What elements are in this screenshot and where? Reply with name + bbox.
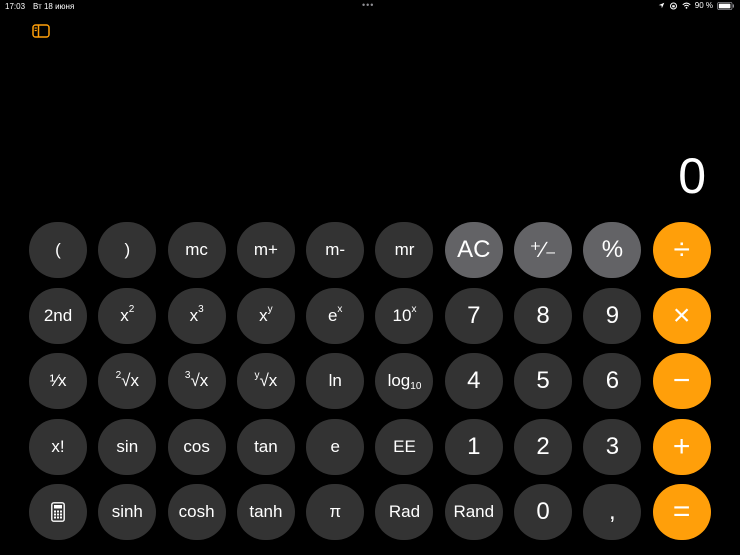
- square-root-button[interactable]: 2 √x: [98, 353, 157, 409]
- cos-button[interactable]: cos: [167, 418, 226, 475]
- square-base: x: [120, 305, 129, 325]
- plus-minus-button[interactable]: ⁺∕₋: [514, 222, 573, 278]
- memory-add-button[interactable]: m+: [236, 222, 295, 278]
- sin-button[interactable]: sin: [98, 418, 157, 475]
- digit-2-button[interactable]: 2: [514, 418, 573, 475]
- y-root-radical: √x: [259, 371, 278, 390]
- tanh-button[interactable]: tanh: [236, 484, 295, 540]
- digit-0-button[interactable]: 0: [514, 484, 573, 540]
- sidebar-icon: [32, 24, 50, 38]
- digit-1-button[interactable]: 1: [444, 418, 503, 475]
- exp-exponent: x: [337, 304, 343, 315]
- rotation-lock-icon: [669, 2, 678, 10]
- cube-root-radical: √x: [190, 371, 209, 390]
- sidebar-toggle-button[interactable]: [32, 24, 50, 38]
- digit-3-button[interactable]: 3: [583, 418, 642, 475]
- equals-button[interactable]: =: [652, 484, 711, 540]
- all-clear-button[interactable]: AC: [444, 222, 503, 278]
- multiply-button[interactable]: ×: [652, 287, 711, 344]
- tan-button[interactable]: tan: [236, 418, 295, 475]
- status-time: 17:03: [5, 2, 26, 11]
- memory-clear-button[interactable]: mc: [167, 222, 226, 278]
- reciprocal-button[interactable]: ¹⁄x: [29, 353, 87, 409]
- sinh-button[interactable]: sinh: [98, 484, 157, 540]
- location-icon: [658, 2, 665, 9]
- open-paren-button[interactable]: (: [29, 222, 87, 278]
- square-button[interactable]: x2: [98, 287, 157, 344]
- ten-power-base: 10: [392, 305, 412, 325]
- calculator-mode-button[interactable]: [29, 484, 87, 540]
- memory-subtract-button[interactable]: m-: [306, 222, 365, 278]
- cosh-button[interactable]: cosh: [167, 484, 226, 540]
- cube-root-button[interactable]: 3 √x: [167, 353, 226, 409]
- battery-icon: [717, 1, 735, 10]
- status-date: Вт 18 июня: [33, 2, 75, 11]
- power-base: x: [259, 305, 268, 325]
- pi-button[interactable]: π: [306, 484, 365, 540]
- divide-button[interactable]: ÷: [652, 222, 711, 278]
- cube-exponent: 3: [198, 304, 204, 315]
- ee-button[interactable]: EE: [375, 418, 434, 475]
- power-exponent: y: [267, 304, 273, 315]
- wifi-icon: [682, 2, 691, 9]
- second-function-button[interactable]: 2nd: [29, 287, 87, 344]
- keypad: ( ) mc m+ m- mr AC ⁺∕₋ % ÷ 2nd x2 x3 xy …: [29, 222, 712, 540]
- decimal-button[interactable]: ,: [583, 484, 642, 540]
- log10-subscript: 10: [410, 380, 422, 392]
- status-bar: 17:03 Вт 18 июня ••• 90 %: [0, 0, 740, 14]
- digit-8-button[interactable]: 8: [514, 287, 573, 344]
- square-root-radical: √x: [121, 371, 139, 390]
- power-button[interactable]: xy: [236, 287, 295, 344]
- calculator-icon: [51, 502, 65, 522]
- natural-log-button[interactable]: ln: [306, 353, 365, 409]
- digit-4-button[interactable]: 4: [444, 353, 503, 409]
- cube-base: x: [189, 305, 199, 325]
- digit-7-button[interactable]: 7: [444, 287, 503, 344]
- cube-button[interactable]: x3: [167, 287, 226, 344]
- plus-button[interactable]: +: [652, 418, 711, 475]
- multitasking-dots[interactable]: •••: [362, 0, 374, 10]
- euler-button[interactable]: e: [306, 418, 365, 475]
- digit-5-button[interactable]: 5: [514, 353, 573, 409]
- percent-button[interactable]: %: [583, 222, 642, 278]
- factorial-button[interactable]: x!: [29, 418, 87, 475]
- y-root-index: y: [254, 369, 260, 381]
- ten-power-exponent: x: [411, 304, 417, 315]
- digit-6-button[interactable]: 6: [583, 353, 642, 409]
- cube-root-index: 3: [184, 369, 191, 381]
- result-display: 0: [678, 148, 706, 204]
- close-paren-button[interactable]: ): [98, 222, 157, 278]
- rad-button[interactable]: Rad: [375, 484, 434, 540]
- rand-button[interactable]: Rand: [444, 484, 503, 540]
- log10-base: log: [387, 371, 411, 390]
- battery-percent: 90 %: [694, 1, 713, 10]
- y-root-button[interactable]: y √x: [236, 353, 295, 409]
- status-right-group: 90 %: [658, 1, 735, 10]
- square-exponent: 2: [128, 304, 135, 315]
- minus-button[interactable]: −: [652, 353, 711, 409]
- square-root-index: 2: [115, 369, 122, 381]
- log10-button[interactable]: log 10: [375, 353, 434, 409]
- digit-9-button[interactable]: 9: [583, 287, 642, 344]
- exp-button[interactable]: ex: [306, 287, 365, 344]
- memory-recall-button[interactable]: mr: [375, 222, 434, 278]
- exp-base: e: [327, 305, 338, 325]
- ten-power-button[interactable]: 10 x: [375, 287, 434, 344]
